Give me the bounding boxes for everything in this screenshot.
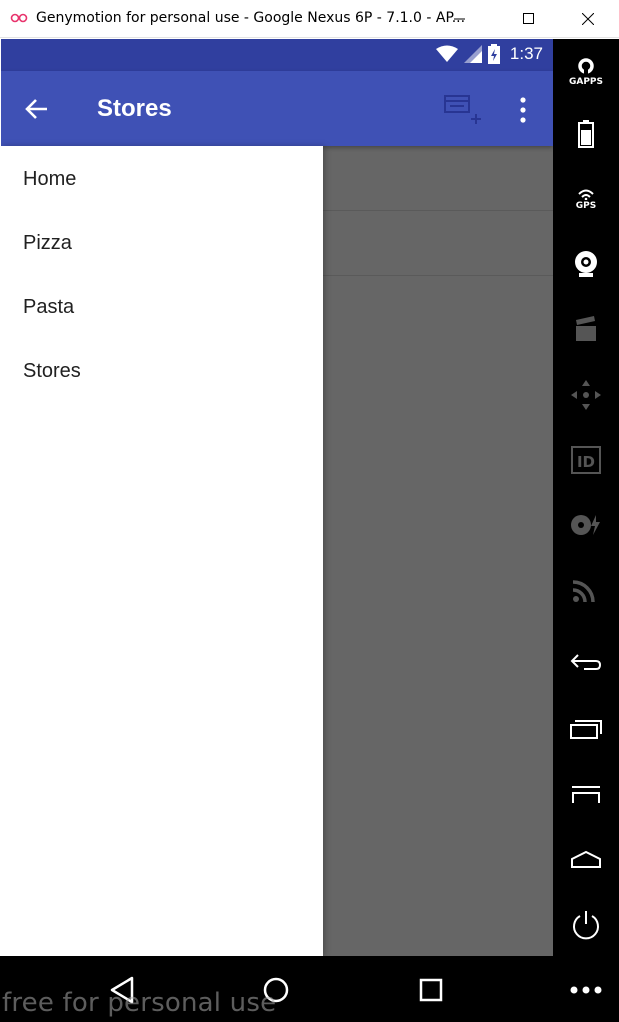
drawer-item-label: Stores: [23, 360, 81, 382]
window-title-bar: Genymotion for personal use - Google Nex…: [0, 0, 619, 38]
drawer-item-pizza[interactable]: Pizza: [1, 210, 323, 274]
maximize-icon: [523, 13, 534, 24]
close-icon: [582, 13, 594, 25]
network-button[interactable]: [566, 569, 606, 609]
svg-text:ID: ID: [577, 453, 595, 471]
gapps-icon: [578, 57, 594, 76]
device-id-icon: ID: [571, 446, 601, 474]
signal-icon: [463, 45, 482, 63]
media-button[interactable]: [566, 309, 606, 349]
webcam-button[interactable]: [566, 244, 606, 284]
dpad-icon: [571, 380, 601, 410]
nav-recents-icon[interactable]: [411, 970, 451, 1010]
menu-icon: [572, 786, 600, 803]
disk-io-icon: [571, 515, 600, 535]
battery-charging-icon: [487, 44, 500, 64]
network-cast-icon: [573, 580, 595, 602]
drawer-item-pasta[interactable]: Pasta: [1, 274, 323, 338]
gapps-label: GAPPS: [568, 76, 604, 87]
gps-button[interactable]: GPS: [566, 179, 606, 219]
drawer-item-label: Home: [23, 168, 77, 190]
add-to-list-icon[interactable]: [442, 93, 482, 127]
back-icon: [570, 654, 602, 670]
dpad-button[interactable]: [566, 375, 606, 415]
arrow-back-icon[interactable]: [23, 95, 51, 123]
battery-button[interactable]: [566, 114, 606, 154]
genymotion-logo-icon: [10, 13, 28, 23]
power-icon: [573, 911, 599, 940]
menu-button[interactable]: [566, 774, 606, 814]
close-button[interactable]: [565, 0, 611, 38]
home-icon: [571, 850, 601, 868]
drawer-item-stores[interactable]: Stores: [1, 338, 323, 402]
device-id-button[interactable]: ID: [566, 440, 606, 480]
gps-label: GPS: [575, 200, 597, 211]
wifi-icon: [435, 45, 458, 62]
drawer-item-label: Pasta: [23, 296, 75, 318]
status-time: 1:37: [509, 44, 543, 63]
more-options-button[interactable]: [566, 970, 606, 1010]
app-bar: Stores: [1, 71, 553, 146]
battery-icon: [578, 120, 594, 148]
recent-apps-icon: [570, 720, 602, 739]
minimize-button[interactable]: [437, 0, 483, 38]
watermark: free for personal use: [2, 988, 277, 1018]
gps-icon: [578, 189, 594, 200]
home-button[interactable]: [566, 839, 606, 879]
minimize-icon: [454, 18, 465, 20]
gapps-button[interactable]: GAPPS: [566, 52, 606, 92]
more-horiz-icon: [570, 986, 602, 994]
back-button[interactable]: [566, 643, 606, 683]
device-screen: 1:37 Stores Home Pizza Pasta Stores: [1, 39, 553, 956]
emulator-toolbar: GAPPS GPS ID: [553, 39, 619, 1022]
drawer-item-home[interactable]: Home: [1, 146, 323, 210]
more-vert-icon[interactable]: [513, 97, 533, 123]
disk-io-button[interactable]: [566, 505, 606, 545]
window-title: Genymotion for personal use - Google Nex…: [36, 10, 466, 26]
navigation-drawer: Home Pizza Pasta Stores: [1, 146, 323, 956]
webcam-icon: [575, 251, 597, 277]
maximize-button[interactable]: [506, 0, 552, 38]
power-button[interactable]: [566, 905, 606, 945]
page-title: Stores: [97, 95, 172, 122]
media-clapper-icon: [576, 316, 596, 341]
status-bar: 1:37: [1, 39, 553, 71]
drawer-item-label: Pizza: [23, 232, 72, 254]
recent-apps-button[interactable]: [566, 709, 606, 749]
